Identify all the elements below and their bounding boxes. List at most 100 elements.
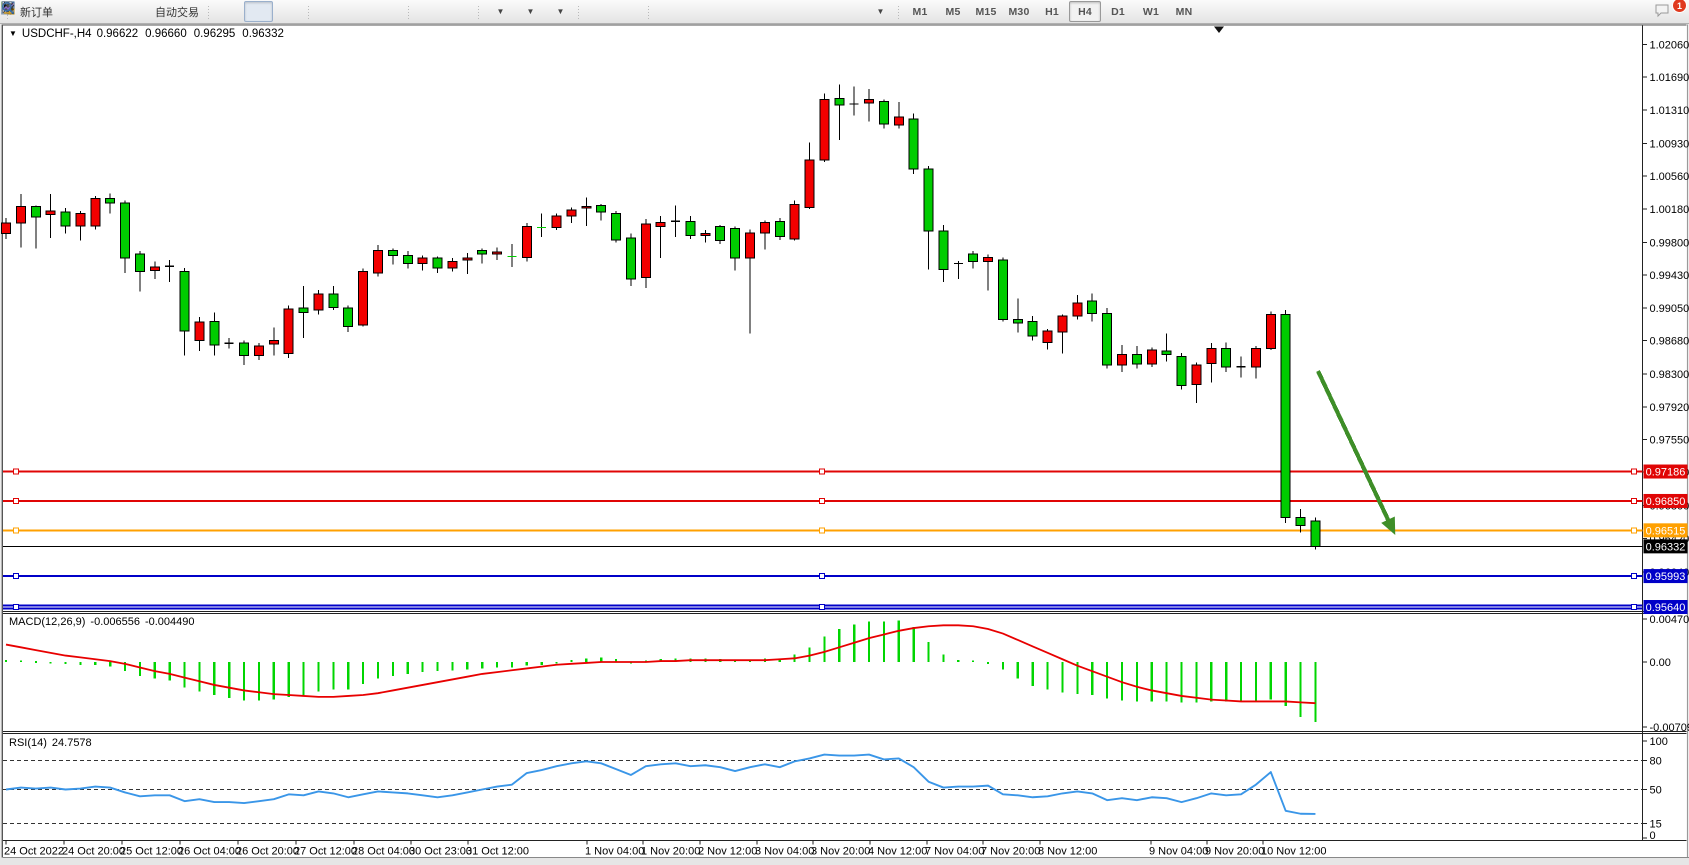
equidistant-channel-button[interactable]: E — [744, 1, 773, 22]
svg-text:9 Nov 04:00: 9 Nov 04:00 — [1149, 846, 1208, 858]
svg-text:0.95640: 0.95640 — [1646, 602, 1686, 614]
svg-text:7 Nov 04:00: 7 Nov 04:00 — [925, 846, 984, 858]
fibonacci-button[interactable]: F — [774, 1, 803, 22]
ohlc-high: 0.96660 — [145, 28, 187, 40]
toolbar-grip[interactable] — [306, 4, 311, 20]
horizontal-line-button[interactable] — [684, 1, 713, 22]
svg-text:24 Oct 20:00: 24 Oct 20:00 — [62, 846, 125, 858]
search-button[interactable] — [1623, 1, 1652, 22]
market-watch-button[interactable] — [88, 1, 117, 22]
indicators-button[interactable]: ▼ — [484, 1, 513, 22]
svg-text:0.97186: 0.97186 — [1646, 467, 1686, 479]
timeframe-mn[interactable]: MN — [1168, 1, 1200, 22]
timeframe-m5[interactable]: M5 — [937, 1, 969, 22]
vertical-line-button[interactable] — [654, 1, 683, 22]
svg-text:0.99050: 0.99050 — [1650, 303, 1689, 315]
svg-text:0.00: 0.00 — [1650, 657, 1671, 669]
auto-trading-button[interactable]: 自动交易 — [148, 1, 203, 22]
svg-text:10 Nov 12:00: 10 Nov 12:00 — [1261, 846, 1326, 858]
toolbar-grip[interactable] — [576, 4, 581, 20]
svg-text:1 Nov 20:00: 1 Nov 20:00 — [641, 846, 700, 858]
svg-text:7 Nov 20:00: 7 Nov 20:00 — [981, 846, 1040, 858]
timeframe-m1[interactable]: M1 — [904, 1, 936, 22]
svg-text:0.97920: 0.97920 — [1650, 402, 1689, 414]
candlestick-chart-button[interactable] — [244, 1, 273, 22]
text-button[interactable]: A — [804, 1, 833, 22]
chart-symbol-period: USDCHF-,H4 — [22, 28, 92, 40]
text-label-button[interactable]: T — [834, 1, 863, 22]
chart-title: ▼ USDCHF-,H4 0.96622 0.96660 0.96295 0.9… — [9, 28, 284, 40]
timeframe-w1[interactable]: W1 — [1135, 1, 1167, 22]
macd-value: -0.006556 — [90, 616, 140, 628]
toolbar-grip[interactable] — [646, 4, 651, 20]
timeframe-m15[interactable]: M15 — [970, 1, 1002, 22]
periods-button[interactable]: ▼ — [514, 1, 543, 22]
tile-windows-button[interactable] — [374, 1, 403, 22]
collapse-triangle-icon[interactable]: ▼ — [9, 30, 17, 38]
main-toolbar: 新订单 自动交易 — [0, 0, 1689, 24]
svg-text:3 Nov 04:00: 3 Nov 04:00 — [755, 846, 814, 858]
svg-text:9 Nov 20:00: 9 Nov 20:00 — [1205, 846, 1264, 858]
svg-text:0.97550: 0.97550 — [1650, 435, 1689, 447]
trendline-button[interactable] — [714, 1, 743, 22]
svg-text:25 Oct 12:00: 25 Oct 12:00 — [120, 846, 183, 858]
macd-signal-value: -0.004490 — [145, 616, 195, 628]
zoom-out-button[interactable] — [344, 1, 373, 22]
svg-text:0.96850: 0.96850 — [1646, 496, 1686, 508]
svg-text:1.02060: 1.02060 — [1650, 39, 1689, 51]
chevron-down-icon: ▼ — [557, 7, 565, 16]
rsi-label: RSI(14) 24.7578 — [9, 737, 92, 749]
svg-text:-0.007093: -0.007093 — [1650, 722, 1689, 734]
notification-badge: 1 — [1672, 0, 1687, 13]
toolbar-grip[interactable] — [896, 4, 901, 20]
zoom-in-button[interactable] — [314, 1, 343, 22]
chart-shift-button[interactable] — [444, 1, 473, 22]
svg-text:8 Nov 12:00: 8 Nov 12:00 — [1038, 846, 1097, 858]
svg-text:0.004703: 0.004703 — [1650, 614, 1689, 626]
macd-label: MACD(12,26,9) -0.006556 -0.004490 — [9, 616, 195, 628]
svg-text:24 Oct 2022: 24 Oct 2022 — [4, 846, 64, 858]
templates-button[interactable]: ▼ — [544, 1, 573, 22]
timeframe-h1[interactable]: H1 — [1036, 1, 1068, 22]
svg-text:26 Oct 20:00: 26 Oct 20:00 — [236, 846, 299, 858]
svg-text:80: 80 — [1650, 755, 1662, 767]
svg-text:1.00560: 1.00560 — [1650, 171, 1689, 183]
timeframe-d1[interactable]: D1 — [1102, 1, 1134, 22]
crosshair-button[interactable] — [614, 1, 643, 22]
svg-text:1.00180: 1.00180 — [1650, 204, 1689, 216]
svg-text:1 Nov 04:00: 1 Nov 04:00 — [585, 846, 644, 858]
ohlc-low: 0.96295 — [194, 28, 236, 40]
svg-text:2 Nov 12:00: 2 Nov 12:00 — [698, 846, 757, 858]
signals-button[interactable] — [118, 1, 147, 22]
chevron-down-icon: ▼ — [527, 7, 535, 16]
notifications-button[interactable]: 1 — [1653, 1, 1682, 22]
auto-trading-label: 自动交易 — [155, 4, 199, 20]
new-order-label: 新订单 — [20, 4, 53, 20]
auto-scroll-button[interactable] — [414, 1, 443, 22]
svg-text:0.96332: 0.96332 — [1646, 541, 1686, 553]
svg-text:100: 100 — [1650, 736, 1668, 748]
bar-chart-button[interactable] — [214, 1, 243, 22]
svg-text:1.00930: 1.00930 — [1650, 138, 1689, 150]
svg-text:3 Nov 20:00: 3 Nov 20:00 — [811, 846, 870, 858]
svg-text:30 Oct 23:00: 30 Oct 23:00 — [409, 846, 472, 858]
ohlc-open: 0.96622 — [97, 28, 139, 40]
candlestick-chart[interactable]: 1.02060 1.01690 1.01310 1.00930 1.00560 1.001… — [0, 0, 1689, 865]
arrows-button[interactable]: ▼ — [864, 1, 893, 22]
charts-button[interactable] — [58, 1, 87, 22]
svg-text:1.01310: 1.01310 — [1650, 105, 1689, 117]
toolbar-grip[interactable] — [406, 4, 411, 20]
line-chart-button[interactable] — [274, 1, 303, 22]
chart-background — [0, 23, 1689, 865]
timeframe-h4[interactable]: H4 — [1069, 1, 1101, 22]
timeframe-m30[interactable]: M30 — [1003, 1, 1035, 22]
svg-text:0.99800: 0.99800 — [1650, 237, 1689, 249]
toolbar-grip[interactable] — [206, 4, 211, 20]
ohlc-close: 0.96332 — [242, 28, 284, 40]
new-order-button[interactable]: 新订单 — [13, 1, 57, 22]
cursor-button[interactable] — [584, 1, 613, 22]
toolbar-grip[interactable] — [476, 4, 481, 20]
svg-text:1.01690: 1.01690 — [1650, 72, 1689, 84]
svg-text:26 Oct 04:00: 26 Oct 04:00 — [178, 846, 241, 858]
svg-text:28 Oct 04:00: 28 Oct 04:00 — [352, 846, 415, 858]
